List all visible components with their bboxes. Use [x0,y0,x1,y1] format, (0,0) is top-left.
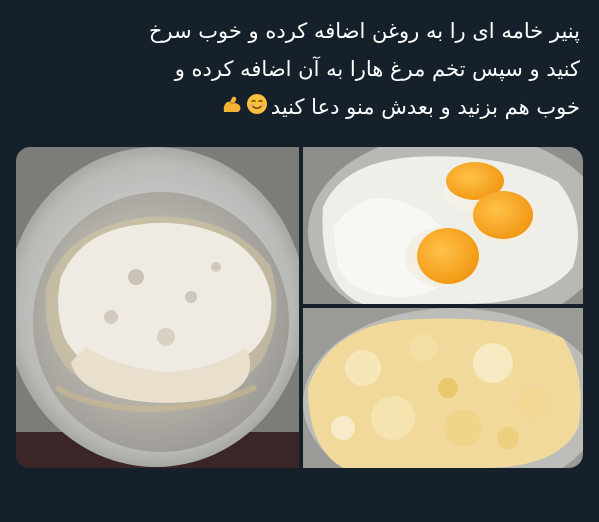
media-grid [16,147,583,468]
photo-fried-cream-cheese[interactable] [16,147,299,468]
photo-scrambled-eggs[interactable] [303,308,583,468]
smiling-face-icon [246,89,268,127]
post-text: پنیر خامه ای را به روغن اضافه کرده و خوب… [18,12,580,140]
post-text-line-1: پنیر خامه ای را به روغن اضافه کرده و خوب… [148,19,580,43]
flexed-biceps-icon [221,89,243,127]
post-text-line-3-text: خوب هم بزنید و بعدش منو دعا کنید [270,95,580,119]
photo-eggs-added[interactable] [303,147,583,304]
post-text-line-2: کنید و سپس تخم مرغ هارا به آن اضافه کرده… [174,57,580,81]
post-text-line-3: خوب هم بزنید و بعدش منو دعا کنید [18,88,580,127]
